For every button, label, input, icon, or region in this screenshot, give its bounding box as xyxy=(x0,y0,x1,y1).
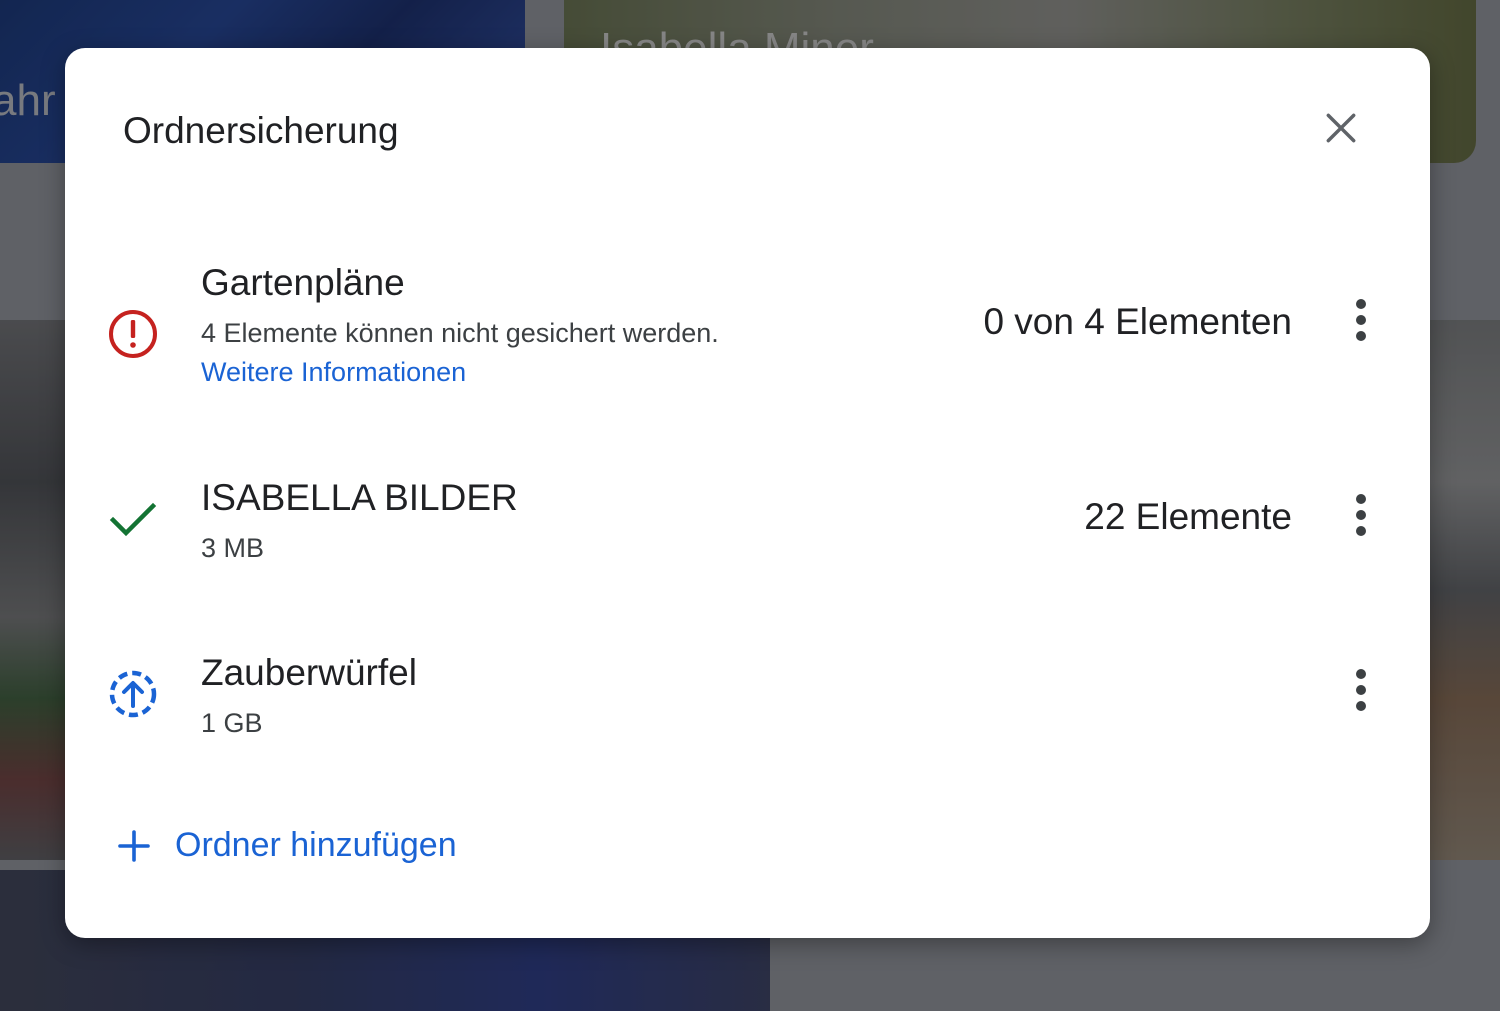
add-folder-button[interactable]: Ordner hinzufügen xyxy=(115,826,457,865)
folder-size: 1 GB xyxy=(201,708,263,738)
dialog-title: Ordnersicherung xyxy=(123,110,399,151)
folder-name: Zauberwürfel xyxy=(201,652,417,693)
add-folder-label: Ordner hinzufügen xyxy=(175,826,457,864)
close-button[interactable] xyxy=(1317,104,1365,152)
check-icon xyxy=(109,502,157,537)
folder-more-options-button[interactable] xyxy=(1337,296,1385,344)
error-icon xyxy=(109,310,157,358)
background-photo-tile xyxy=(0,320,66,860)
folder-item-count: 22 Elemente xyxy=(1084,496,1292,537)
folder-backup-dialog: Ordnersicherung Gartenpläne 4 Elemente k… xyxy=(65,48,1430,938)
upload-pending-icon xyxy=(109,670,157,718)
close-icon xyxy=(1326,113,1356,143)
more-vert-icon xyxy=(1356,299,1366,341)
more-vert-icon xyxy=(1356,669,1366,711)
folder-row-isabella-bilder: ISABELLA BILDER 3 MB 22 Elemente xyxy=(65,473,1430,583)
folder-name: ISABELLA BILDER xyxy=(201,477,518,518)
plus-icon xyxy=(115,827,153,865)
folder-name: Gartenpläne xyxy=(201,262,405,303)
folder-more-options-button[interactable] xyxy=(1337,491,1385,539)
folder-more-options-button[interactable] xyxy=(1337,666,1385,714)
tile-caption: ahr xyxy=(0,76,56,125)
folder-error-message: 4 Elemente können nicht gesichert werden… xyxy=(201,318,719,348)
folder-item-count: 0 von 4 Elementen xyxy=(983,301,1292,342)
more-vert-icon xyxy=(1356,494,1366,536)
background-photo-tile xyxy=(1430,320,1500,860)
folder-row-gartenplaene: Gartenpläne 4 Elemente können nicht gesi… xyxy=(65,258,1430,408)
folder-row-zauberwuerfel: Zauberwürfel 1 GB xyxy=(65,648,1430,758)
more-info-link[interactable]: Weitere Informationen xyxy=(201,357,466,388)
folder-size: 3 MB xyxy=(201,533,265,563)
